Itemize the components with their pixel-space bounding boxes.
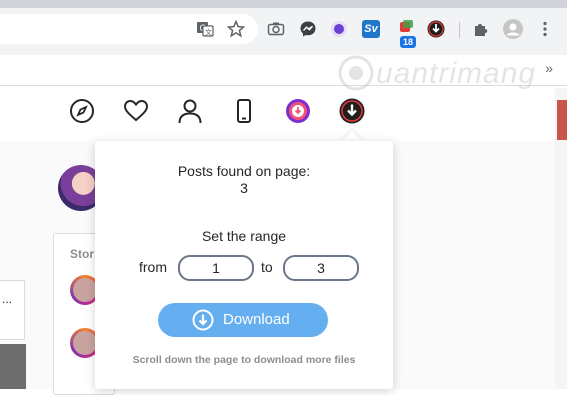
download-popup: Posts found on page: 3 Set the range fro… [95,141,393,389]
extension-badge-count: 18 [403,37,414,47]
downloader-ext-icon[interactable] [285,98,311,124]
watermark-logo-icon [338,55,374,91]
stories-label: Stor [70,247,94,261]
download-extension-icon[interactable] [427,20,445,38]
download-icon [192,309,214,331]
menu-icon[interactable] [536,20,554,38]
posts-count: 3 [240,180,248,196]
post-image [0,344,26,389]
messenger-icon[interactable] [299,20,317,38]
watermark-text: uantrimang [376,57,537,90]
scrollbar-thumb[interactable] [557,100,567,140]
download-button-label: Download [223,311,290,328]
star-icon[interactable] [227,20,245,38]
watermark: uantrimang [336,53,558,93]
purple-extension-icon[interactable] [330,20,348,38]
sv-extension-label: Sv [364,23,378,35]
extension-badge: 18 [400,36,417,48]
more-options-icon[interactable]: ... [2,292,12,306]
sv-extension-icon[interactable]: Sv [362,20,380,38]
address-bar[interactable] [0,14,258,44]
download-button[interactable]: Download [158,303,328,337]
camera-icon[interactable] [267,20,285,38]
toolbar-separator [459,22,460,38]
explore-icon[interactable] [69,98,95,124]
range-from-input[interactable]: 1 [178,255,254,281]
posts-found-label: Posts found on page: [177,163,311,179]
phone-icon[interactable] [231,98,257,124]
puzzle-icon[interactable] [472,20,490,38]
profile-icon[interactable] [177,98,203,124]
to-label: to [261,259,273,275]
from-label: from [139,259,167,275]
side-card [0,280,25,340]
range-to-input[interactable]: 3 [283,255,359,281]
svg-text:文: 文 [205,28,212,37]
download-ext-icon[interactable] [339,98,365,124]
heart-icon[interactable] [123,98,149,124]
scroll-hint: Scroll down the page to download more fi… [132,354,356,366]
translate-icon[interactable]: G 文 [196,20,214,38]
profile-icon[interactable] [503,19,523,39]
tab-strip [0,0,567,8]
range-label: Set the range [201,228,287,244]
